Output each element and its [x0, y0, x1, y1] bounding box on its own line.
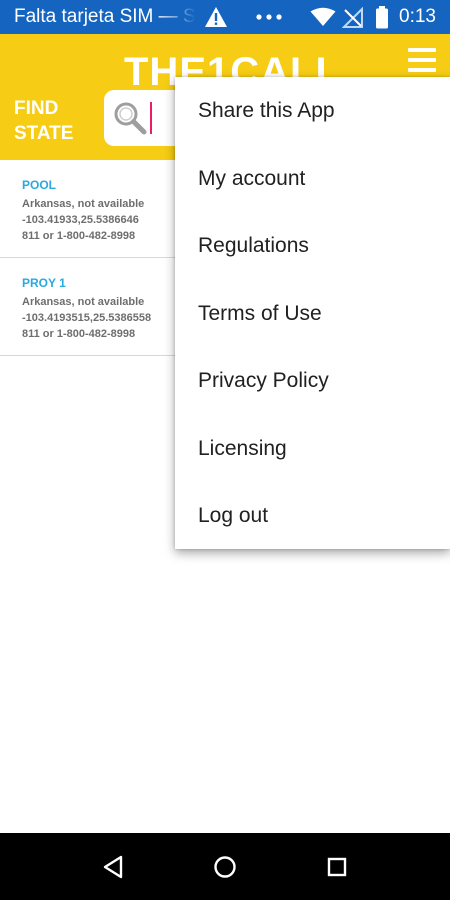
more-dots-icon: [256, 14, 282, 20]
search-icon: [114, 102, 147, 135]
menu-item-my-account[interactable]: My account: [175, 145, 450, 213]
menu-item-terms-of-use[interactable]: Terms of Use: [175, 280, 450, 348]
find-state-line1: FIND: [14, 98, 59, 119]
battery-icon: [376, 6, 388, 29]
warning-icon: [205, 7, 227, 27]
status-bar: Falta tarjeta SIM — S 0:13: [0, 0, 450, 34]
back-icon[interactable]: [102, 855, 124, 879]
no-signal-icon: [342, 7, 363, 28]
text-caret: [150, 102, 152, 134]
wifi-icon: [310, 7, 336, 26]
status-clock: 0:13: [399, 6, 436, 27]
status-text-fade: [160, 0, 196, 34]
menu-item-share-app[interactable]: Share this App: [175, 77, 450, 145]
find-state-line2: STATE: [14, 123, 74, 144]
find-state-label: FIND STATE: [14, 96, 84, 146]
home-icon[interactable]: [213, 855, 237, 879]
menu-item-log-out[interactable]: Log out: [175, 482, 450, 550]
navigation-bar: [0, 833, 450, 900]
recent-apps-icon[interactable]: [327, 857, 347, 877]
menu-icon[interactable]: [408, 48, 436, 78]
overflow-menu: Share this App My account Regulations Te…: [175, 77, 450, 549]
menu-item-privacy-policy[interactable]: Privacy Policy: [175, 347, 450, 415]
menu-item-regulations[interactable]: Regulations: [175, 212, 450, 280]
menu-item-licensing[interactable]: Licensing: [175, 415, 450, 483]
